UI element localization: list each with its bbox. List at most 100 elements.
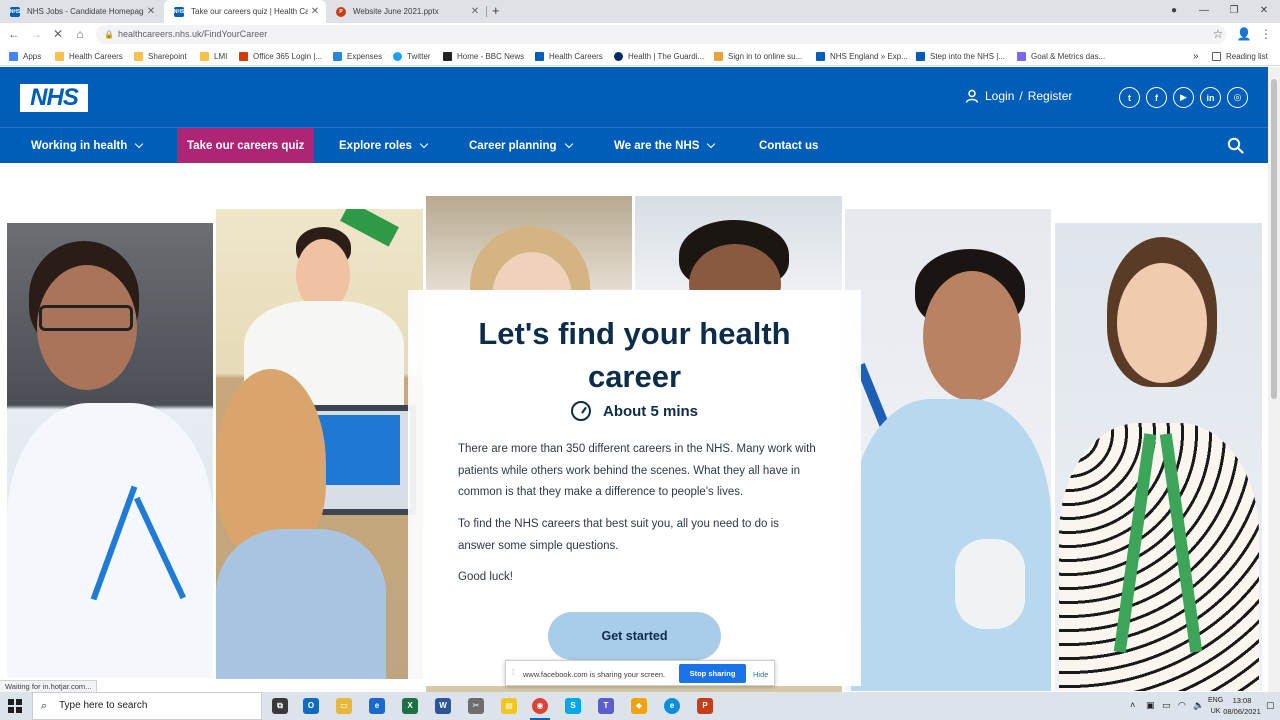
profile-menu-icon[interactable]: ● bbox=[1160, 3, 1188, 19]
bookmark-label: Step into the NHS |... bbox=[930, 51, 1006, 61]
new-tab-button[interactable]: + bbox=[492, 3, 500, 18]
wifi-icon[interactable]: ◠ bbox=[1178, 700, 1186, 711]
browser-tab-nhs-jobs[interactable]: NHS NHS Jobs - Candidate Homepage ✕ bbox=[0, 0, 162, 23]
guardian-icon bbox=[614, 51, 623, 61]
notifications-icon[interactable]: ▢ bbox=[1266, 700, 1275, 711]
login-link[interactable]: Login bbox=[985, 89, 1014, 103]
teams-icon[interactable]: T bbox=[598, 698, 614, 714]
home-icon[interactable]: ⌂ bbox=[72, 26, 88, 42]
browser-tab-careers-quiz[interactable]: NHS Take our careers quiz | Health Ca ✕ bbox=[164, 0, 326, 23]
keyboard-region: UK bbox=[1210, 708, 1221, 715]
bookmark-star-icon[interactable]: ☆ bbox=[1210, 26, 1226, 42]
photo-blonde-worker bbox=[426, 196, 632, 290]
url-text: healthcareers.nhs.uk/FindYourCareer bbox=[118, 29, 268, 39]
search-icon: ⌕ bbox=[41, 700, 48, 712]
nav-contact-us[interactable]: Contact us bbox=[759, 128, 818, 163]
bookmark-bbc-news[interactable]: Home - BBC News bbox=[443, 50, 524, 62]
search-icon[interactable] bbox=[1227, 137, 1244, 154]
instagram-icon[interactable]: ◎ bbox=[1227, 87, 1248, 108]
outlook-icon[interactable]: O bbox=[303, 698, 319, 714]
bookmark-label: Home - BBC News bbox=[457, 51, 525, 61]
facebook-icon[interactable]: f bbox=[1146, 87, 1167, 108]
internet-explorer-icon[interactable]: e bbox=[369, 698, 385, 714]
register-link[interactable]: Register bbox=[1028, 89, 1073, 103]
nhs-icon bbox=[535, 51, 544, 61]
forward-icon[interactable]: → bbox=[28, 26, 44, 42]
photo-nurse-glasses bbox=[7, 223, 213, 678]
close-window-icon[interactable]: ✕ bbox=[1250, 3, 1278, 19]
nav-working-in-health[interactable]: Working in health bbox=[31, 128, 144, 163]
word-icon[interactable]: W bbox=[435, 698, 451, 714]
scrollbar-thumb[interactable] bbox=[1271, 79, 1277, 399]
nav-explore-roles[interactable]: Explore roles bbox=[339, 128, 429, 163]
chevron-down-icon bbox=[135, 139, 144, 148]
task-view-icon[interactable]: ⧉ bbox=[272, 698, 288, 714]
address-bar[interactable]: 🔒 healthcareers.nhs.uk/FindYourCareer bbox=[96, 25, 1226, 44]
snipping-tool-icon[interactable]: ✂ bbox=[468, 698, 484, 714]
network-icon[interactable]: ▣ bbox=[1146, 700, 1155, 711]
bookmark-twitter[interactable]: Twitter bbox=[393, 50, 431, 62]
show-hidden-icons-icon[interactable]: ˄ bbox=[1130, 700, 1135, 710]
bookmark-expenses[interactable]: Expenses bbox=[333, 50, 382, 62]
get-started-button[interactable]: Get started bbox=[548, 612, 721, 660]
card-heading-line-1: Let's find your health bbox=[478, 316, 791, 351]
sticky-notes-icon[interactable]: ▤ bbox=[501, 698, 517, 714]
system-clock[interactable]: 13:08 08/06/2021 bbox=[1222, 695, 1262, 717]
reload-stop-icon[interactable]: ✕ bbox=[50, 26, 66, 42]
package-icon[interactable]: ◆ bbox=[631, 698, 647, 714]
powerpoint-icon[interactable]: P bbox=[697, 698, 713, 714]
folder-icon bbox=[134, 51, 143, 61]
bookmarks-overflow-icon[interactable]: » bbox=[1193, 50, 1199, 62]
skype-icon[interactable]: S bbox=[565, 698, 581, 714]
taskbar-search-box[interactable]: ⌕ Type here to search bbox=[32, 692, 262, 720]
bookmark-nhs-england[interactable]: NHS England » Exp... bbox=[816, 50, 908, 62]
account-icon[interactable]: 👤 bbox=[1236, 26, 1252, 42]
nav-we-are-the-nhs[interactable]: We are the NHS bbox=[614, 128, 716, 163]
nhs-logo[interactable]: NHS bbox=[20, 84, 88, 112]
bookmark-lmi[interactable]: LMI bbox=[200, 50, 227, 62]
site-icon bbox=[714, 51, 723, 61]
back-icon[interactable]: ← bbox=[6, 26, 22, 42]
chrome-icon[interactable]: ◉ bbox=[530, 698, 550, 720]
bookmark-guardian[interactable]: Health | The Guardi... bbox=[614, 50, 704, 62]
edge-icon[interactable]: e bbox=[664, 698, 680, 714]
restore-window-icon[interactable]: ❐ bbox=[1220, 3, 1248, 19]
linkedin-icon[interactable]: in bbox=[1200, 87, 1221, 108]
nav-take-our-careers-quiz[interactable]: Take our careers quiz bbox=[177, 128, 315, 163]
bookmark-step-into-nhs[interactable]: Step into the NHS |... bbox=[916, 50, 1005, 62]
bookmarks-bar: Apps Health Careers Sharepoint LMI Offic… bbox=[0, 46, 1280, 66]
bookmark-label: Health | The Guardi... bbox=[628, 51, 705, 61]
browser-tab-website-pptx[interactable]: P Website June 2021.pptx ✕ bbox=[326, 0, 486, 23]
twitter-icon[interactable]: t bbox=[1119, 87, 1140, 108]
bookmark-sharepoint[interactable]: Sharepoint bbox=[134, 50, 187, 62]
volume-icon[interactable]: 🔈 bbox=[1193, 700, 1204, 711]
hide-button[interactable]: Hide bbox=[753, 670, 768, 679]
file-explorer-icon[interactable]: ▭ bbox=[336, 698, 352, 714]
bookmark-sign-in[interactable]: Sign in to online su... bbox=[714, 50, 802, 62]
bookmark-office365[interactable]: Office 365 Login |... bbox=[239, 50, 322, 62]
close-tab-icon[interactable]: ✕ bbox=[308, 6, 322, 17]
nav-career-planning[interactable]: Career planning bbox=[469, 128, 573, 163]
bookmark-goal-metrics[interactable]: Goal & Metrics das... bbox=[1017, 50, 1105, 62]
bookmark-apps[interactable]: Apps bbox=[9, 50, 41, 62]
bookmark-label: NHS England » Exp... bbox=[830, 51, 908, 61]
reading-list-button[interactable]: Reading list bbox=[1212, 50, 1268, 62]
windows-taskbar: ⌕ Type here to search ⧉ O ▭ e X W ✂ ▤ ◉ … bbox=[0, 692, 1280, 720]
browser-toolbar: ← → ✕ ⌂ 🔒 healthcareers.nhs.uk/FindYourC… bbox=[0, 23, 1280, 46]
youtube-icon[interactable]: ▶ bbox=[1173, 87, 1194, 108]
windows-start-icon[interactable] bbox=[8, 699, 22, 713]
close-tab-icon[interactable]: ✕ bbox=[468, 6, 482, 17]
stop-sharing-button[interactable]: Stop sharing bbox=[679, 664, 746, 683]
battery-icon[interactable]: ▭ bbox=[1162, 700, 1171, 711]
excel-icon[interactable]: X bbox=[402, 698, 418, 714]
menu-dots-icon[interactable]: ⋮ bbox=[1258, 26, 1274, 42]
page-scrollbar[interactable] bbox=[1268, 67, 1280, 692]
login-separator: / bbox=[1019, 89, 1023, 103]
bookmark-health-careers[interactable]: Health Careers bbox=[55, 50, 123, 62]
tab-divider bbox=[486, 6, 487, 17]
input-language-indicator[interactable]: ENG UK bbox=[1208, 695, 1223, 717]
bookmark-health-careers-2[interactable]: Health Careers bbox=[535, 50, 603, 62]
close-tab-icon[interactable]: ✕ bbox=[144, 6, 158, 17]
drag-handle-icon[interactable]: ⁞ bbox=[512, 668, 514, 677]
minimize-window-icon[interactable]: — bbox=[1190, 3, 1218, 19]
